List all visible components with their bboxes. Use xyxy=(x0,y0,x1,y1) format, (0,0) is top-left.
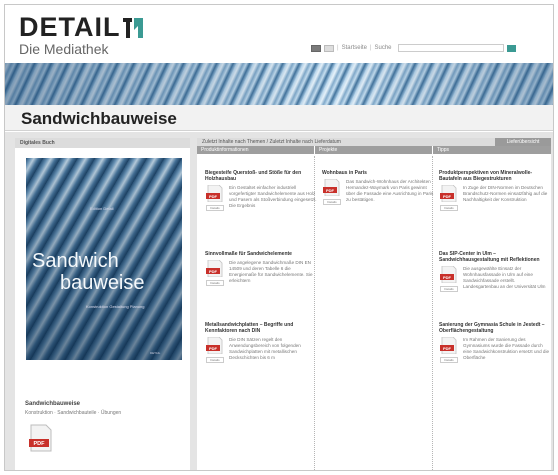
sort-tabs: Zuletzt Inhalte nach Themen / Zuletzt In… xyxy=(197,138,551,146)
list-item-summary: Die ausgewählte Einsatz der Wohnhausfass… xyxy=(463,266,546,289)
book-name: Sandwichbauweise xyxy=(25,401,81,407)
cover-title-line: bauweise xyxy=(60,272,145,294)
list-item: Biegesteife Querstoß- und Stöße für den … xyxy=(205,170,317,211)
list-item: Metallsandwichplatten – Begriffe und Ken… xyxy=(205,322,317,363)
digital-book-panel: Digitales Buch Edition Detail Sandwich b… xyxy=(15,138,190,470)
search-input[interactable] xyxy=(397,44,504,52)
list-item-summary: Die DIN Sätzen regelt den Anwendungsbere… xyxy=(229,337,301,360)
list-item: Produktperspektiven von Mineralwolle-Bau… xyxy=(439,170,551,211)
digital-book-heading: Digitales Buch xyxy=(15,138,190,148)
site-logo[interactable]: DETAIL xyxy=(19,13,143,41)
book-cover-image[interactable]: Edition Detail Sandwich bauweise Konstru… xyxy=(26,158,182,360)
pdf-download-icon[interactable]: PDF xyxy=(439,266,459,283)
details-button[interactable]: Details xyxy=(206,205,224,211)
details-button[interactable]: Details xyxy=(323,199,341,205)
list-item-summary: Das Sandwich-Wohnhaus der Architekten He… xyxy=(346,179,434,202)
pdf-label: PDF xyxy=(209,346,218,351)
details-button[interactable]: Details xyxy=(206,357,224,363)
list-view-icon[interactable] xyxy=(324,44,334,52)
logo-mark-icon xyxy=(122,18,143,38)
details-button[interactable]: Details xyxy=(206,280,224,286)
pdf-label: PDF xyxy=(209,194,218,199)
list-item: Sinnvollmaße für Sandwichelemente PDF Deta… xyxy=(205,251,317,286)
cover-top-text: Edition Detail xyxy=(90,206,114,211)
column-header: Projekte xyxy=(315,146,433,154)
pdf-download-icon[interactable]: PDF xyxy=(439,185,459,202)
cover-title-line: Sandwich xyxy=(32,250,119,272)
pdf-download-icon[interactable]: PDF xyxy=(205,260,225,277)
pdf-download-icon[interactable]: PDF xyxy=(439,337,459,354)
top-navigation: | Startseite | Suche xyxy=(311,44,516,52)
header-banner-image xyxy=(5,63,553,109)
home-link[interactable]: Startseite xyxy=(342,45,367,51)
content-list-panel: Zuletzt Inhalte nach Themen / Zuletzt In… xyxy=(197,138,551,470)
column-header: Produktinformationen xyxy=(197,146,315,154)
search-go-button[interactable] xyxy=(506,44,516,52)
site-header: DETAIL Die Mediathek | Startseite | Such… xyxy=(5,5,553,65)
pdf-label: PDF xyxy=(209,269,218,274)
pdf-label: PDF xyxy=(34,441,46,447)
list-item: Sanierung der Gymnasia Schule in Jestedt… xyxy=(439,322,551,363)
nav-separator: | xyxy=(337,45,339,51)
list-item-summary: In Zuge der DIN-Normen im Deutschen Bran… xyxy=(463,185,548,202)
page-title-bar: Sandwichbauweise xyxy=(5,105,553,131)
site-subtitle: Die Mediathek xyxy=(19,41,109,57)
list-item-summary: Die angelegene Sandwichmaße DIN EN 14509… xyxy=(229,260,313,283)
cover-subtitle: Konstruktion Gestaltung Planung xyxy=(86,304,145,309)
pdf-label: PDF xyxy=(443,275,452,280)
grid-view-icon[interactable] xyxy=(311,44,321,52)
details-button[interactable]: Details xyxy=(440,286,458,292)
pdf-download-icon[interactable]: PDF xyxy=(29,424,53,452)
content-area: Digitales Buch Edition Detail Sandwich b… xyxy=(5,132,553,470)
page-title: Sandwichbauweise xyxy=(21,109,177,128)
pdf-label: PDF xyxy=(443,346,452,351)
search-link[interactable]: Suche xyxy=(374,45,391,51)
details-button[interactable]: Details xyxy=(440,357,458,363)
sort-tab-text[interactable]: Zuletzt Inhalte nach Themen / Zuletzt In… xyxy=(202,139,341,145)
pdf-download-icon[interactable]: PDF xyxy=(205,185,225,202)
pdf-download-icon[interactable]: PDF xyxy=(322,179,342,196)
mediathek-window: DETAIL Die Mediathek | Startseite | Such… xyxy=(4,4,554,471)
list-item: Wohnbaus in Paris PDF Details Das Sandwich-… xyxy=(322,170,434,205)
book-description: Konstruktion · Sandwichbauteile · Übunge… xyxy=(25,410,122,416)
cover-title: Sandwich bauweise xyxy=(32,250,145,294)
list-item-summary: Im Rahmen der Sanierung des Gymnasiums w… xyxy=(463,337,550,360)
logo-text: DETAIL xyxy=(19,12,121,42)
column-headers: Produktinformationen Projekte Tipps xyxy=(197,146,551,154)
list-item-title[interactable]: Sinnvollmaße für Sandwichelemente xyxy=(205,251,317,257)
details-button[interactable]: Details xyxy=(440,205,458,211)
list-item-title[interactable]: Metallsandwichplatten – Begriffe und Ken… xyxy=(205,322,317,334)
list-item-title[interactable]: Sanierung der Gymnasia Schule in Jestedt… xyxy=(439,322,551,334)
column-header: Tipps xyxy=(437,147,450,153)
list-item-title[interactable]: Produktperspektiven von Mineralwolle-Bau… xyxy=(439,170,551,182)
tab-delivery-overview[interactable]: Lieferübersicht xyxy=(495,138,551,146)
list-item: Das SIP-Center in Ulm – Sandwichhausgest… xyxy=(439,251,551,292)
cover-publisher: DETAIL xyxy=(150,351,161,355)
list-item-summary: Ein Gestaltet einfacher industriell vorg… xyxy=(229,185,317,208)
nav-separator: | xyxy=(369,45,372,51)
pdf-label: PDF xyxy=(443,194,452,199)
list-item-title[interactable]: Das SIP-Center in Ulm – Sandwichhausgest… xyxy=(439,251,551,263)
list-item-title[interactable]: Wohnbaus in Paris xyxy=(322,170,434,176)
pdf-label: PDF xyxy=(326,188,335,193)
pdf-download-icon[interactable]: PDF xyxy=(205,337,225,354)
list-item-title[interactable]: Biegesteife Querstoß- und Stöße für den … xyxy=(205,170,317,182)
